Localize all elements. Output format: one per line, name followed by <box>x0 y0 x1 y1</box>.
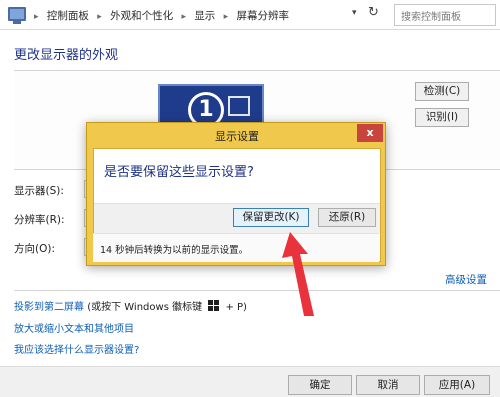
which-settings-link[interactable]: 我应该选择什么显示器设置? <box>14 341 139 356</box>
chevron-right-icon: ▸ <box>181 12 186 22</box>
apply-button[interactable]: 应用(A) <box>424 375 490 395</box>
identify-button[interactable]: 识别(I) <box>415 108 469 127</box>
breadcrumb-appearance[interactable]: 外观和个性化 <box>110 10 173 22</box>
enlarge-text-link[interactable]: 放大或缩小文本和其他项目 <box>14 320 134 335</box>
display-label: 显示器(S): <box>14 185 64 197</box>
search-input[interactable]: 搜索控制面板 <box>394 4 496 26</box>
dialog-title: 显示设置 <box>215 130 259 143</box>
project-hint-after: + P) <box>225 302 247 313</box>
cancel-button[interactable]: 取消 <box>356 375 420 395</box>
refresh-icon[interactable]: ↻ <box>368 5 379 20</box>
breadcrumb-resolution[interactable]: 屏幕分辨率 <box>237 10 290 22</box>
detect-button[interactable]: 检测(C) <box>415 82 469 101</box>
project-hint-before: (或按下 Windows 徽标键 <box>87 302 203 313</box>
resolution-label: 分辨率(R): <box>14 214 65 226</box>
close-icon[interactable]: x <box>357 124 383 142</box>
chevron-right-icon: ▸ <box>34 12 39 22</box>
page-title: 更改显示器的外观 <box>14 48 119 63</box>
orientation-label: 方向(O): <box>14 243 55 255</box>
windows-logo-icon <box>208 300 220 311</box>
breadcrumb-display[interactable]: 显示 <box>194 10 215 22</box>
monitor-icon <box>8 7 26 24</box>
chevron-down-icon[interactable]: ▾ <box>352 8 357 18</box>
project-second-screen-link[interactable]: 投影到第二屏幕 (或按下 Windows 徽标键 + P) <box>14 298 247 313</box>
dialog-question: 是否要保留这些显示设置? <box>104 165 254 180</box>
breadcrumb: ▸ 控制面板 ▸ 外观和个性化 ▸ 显示 ▸ 屏幕分辨率 <box>34 8 294 23</box>
ok-button[interactable]: 确定 <box>288 375 352 395</box>
chevron-right-icon: ▸ <box>223 12 229 22</box>
countdown-note: 14 秒钟后转换为以前的显示设置。 <box>100 245 249 256</box>
annotation-arrow-icon <box>282 232 314 316</box>
divider <box>14 290 500 291</box>
breadcrumb-control-panel[interactable]: 控制面板 <box>47 10 89 22</box>
keep-changes-button[interactable]: 保留更改(K) <box>233 208 309 227</box>
revert-button[interactable]: 还原(R) <box>318 208 376 227</box>
project-link-text[interactable]: 投影到第二屏幕 <box>14 302 84 313</box>
monitor-grid-icon <box>228 96 250 116</box>
address-bar: ▸ 控制面板 ▸ 外观和个性化 ▸ 显示 ▸ 屏幕分辨率 ▾ ↻ 搜索控制面板 <box>0 0 500 30</box>
chevron-right-icon: ▸ <box>97 12 102 22</box>
advanced-settings-link[interactable]: 高级设置 <box>445 272 487 287</box>
